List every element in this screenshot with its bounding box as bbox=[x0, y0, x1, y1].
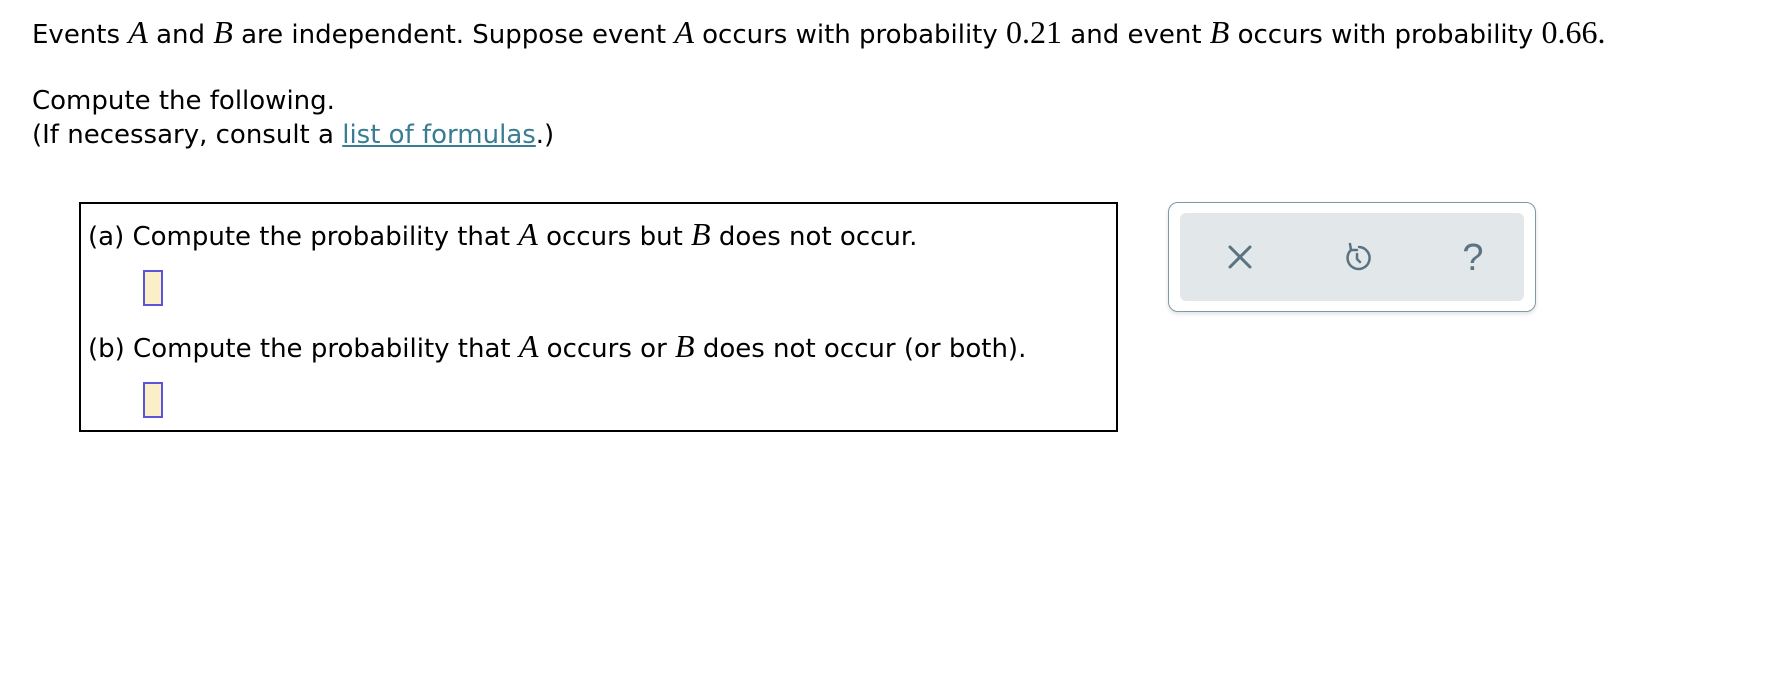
intro-text: occurs with probability bbox=[693, 20, 1007, 50]
intro-text: Events bbox=[32, 20, 129, 50]
intro-text: occurs with probability bbox=[1229, 20, 1542, 50]
undo-icon bbox=[1346, 242, 1371, 271]
answer-input-b[interactable] bbox=[143, 382, 163, 418]
question-a: (a) Compute the probability that A occur… bbox=[88, 216, 917, 253]
compute-instruction: Compute the following. bbox=[32, 86, 335, 116]
question-text: does not occur. bbox=[710, 222, 918, 252]
question-text: (b) Compute the probability that bbox=[88, 334, 519, 364]
question-text: occurs or bbox=[538, 334, 676, 364]
formulas-link[interactable]: list of formulas bbox=[342, 120, 536, 150]
svg-text:?: ? bbox=[1462, 237, 1483, 277]
question-box: (a) Compute the probability that A occur… bbox=[79, 202, 1118, 432]
question-b: (b) Compute the probability that A occur… bbox=[88, 328, 1026, 365]
question-text: (a) Compute the probability that bbox=[88, 222, 519, 252]
problem-statement: Events A and B are independent. Suppose … bbox=[32, 14, 1606, 51]
consult-text: .) bbox=[535, 120, 555, 150]
question-text: occurs but bbox=[537, 222, 692, 252]
prob-a-value: 0.21 bbox=[1006, 14, 1063, 50]
var-b: B bbox=[1209, 14, 1230, 50]
var-b: B bbox=[691, 216, 711, 252]
intro-text: and bbox=[147, 20, 214, 50]
intro-text: and event bbox=[1062, 20, 1210, 50]
answer-toolbar: ? bbox=[1180, 213, 1524, 301]
var-b: B bbox=[675, 328, 695, 364]
var-a: A bbox=[518, 216, 538, 252]
close-icon bbox=[1228, 245, 1252, 269]
prob-b-value: 0.66. bbox=[1541, 14, 1606, 50]
help-button[interactable]: ? bbox=[1453, 237, 1493, 279]
intro-text: are independent. Suppose event bbox=[232, 20, 675, 50]
var-a: A bbox=[128, 14, 148, 50]
var-a: A bbox=[674, 14, 694, 50]
undo-button[interactable] bbox=[1337, 237, 1377, 277]
var-a: A bbox=[518, 328, 539, 364]
var-b: B bbox=[213, 14, 233, 50]
clear-button[interactable] bbox=[1220, 237, 1260, 277]
help-icon: ? bbox=[1462, 237, 1483, 279]
question-text: does not occur (or both). bbox=[694, 334, 1027, 364]
consult-line: (If necessary, consult a list of formula… bbox=[32, 120, 554, 150]
answer-tools-panel: ? bbox=[1168, 202, 1536, 312]
answer-input-a[interactable] bbox=[143, 270, 163, 306]
consult-text: (If necessary, consult a bbox=[32, 120, 343, 150]
